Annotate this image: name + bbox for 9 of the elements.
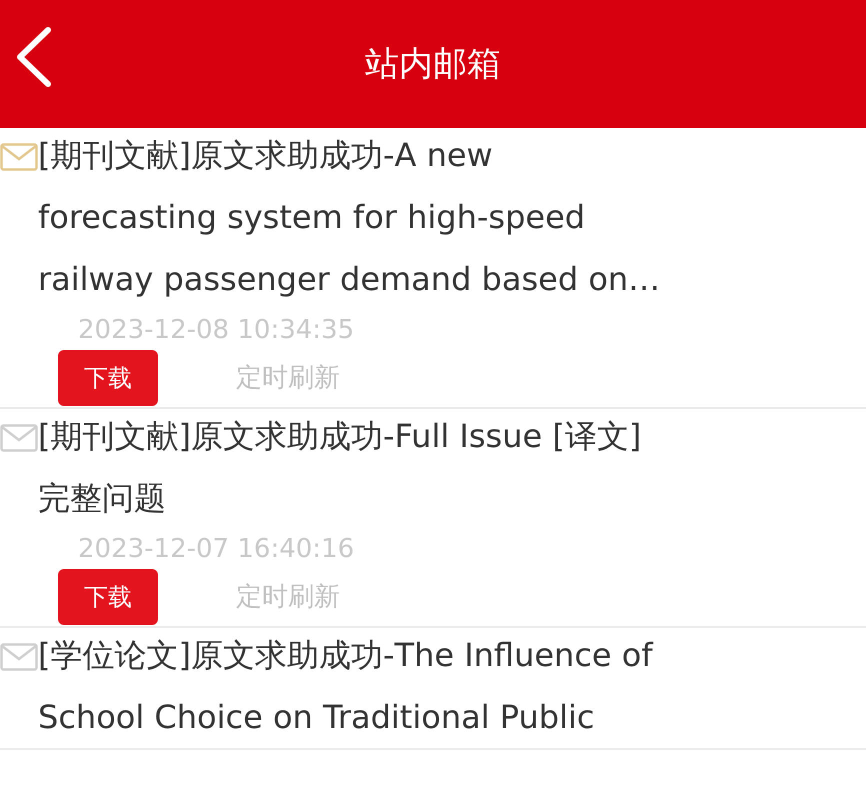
message-title[interactable]: [期刊文献]原文求助成功-Full Issue [译文]完整问题 [38,405,678,529]
message-title[interactable]: [学位论文]原文求助成功-The Influence of School Choice on Traditional Public [38,624,678,748]
download-button[interactable]: 下载 [58,350,158,406]
download-button[interactable]: 下载 [58,569,158,625]
back-icon[interactable] [14,26,54,88]
message-title[interactable]: [期刊文献]原文求助成功-A new forecasting system for high-speed railway passenger demand based on… [38,124,678,310]
scheduled-refresh-label: 定时刷新 [236,362,340,394]
scheduled-refresh-label: 定时刷新 [236,580,340,614]
page-title: 站内邮箱 [365,42,501,86]
